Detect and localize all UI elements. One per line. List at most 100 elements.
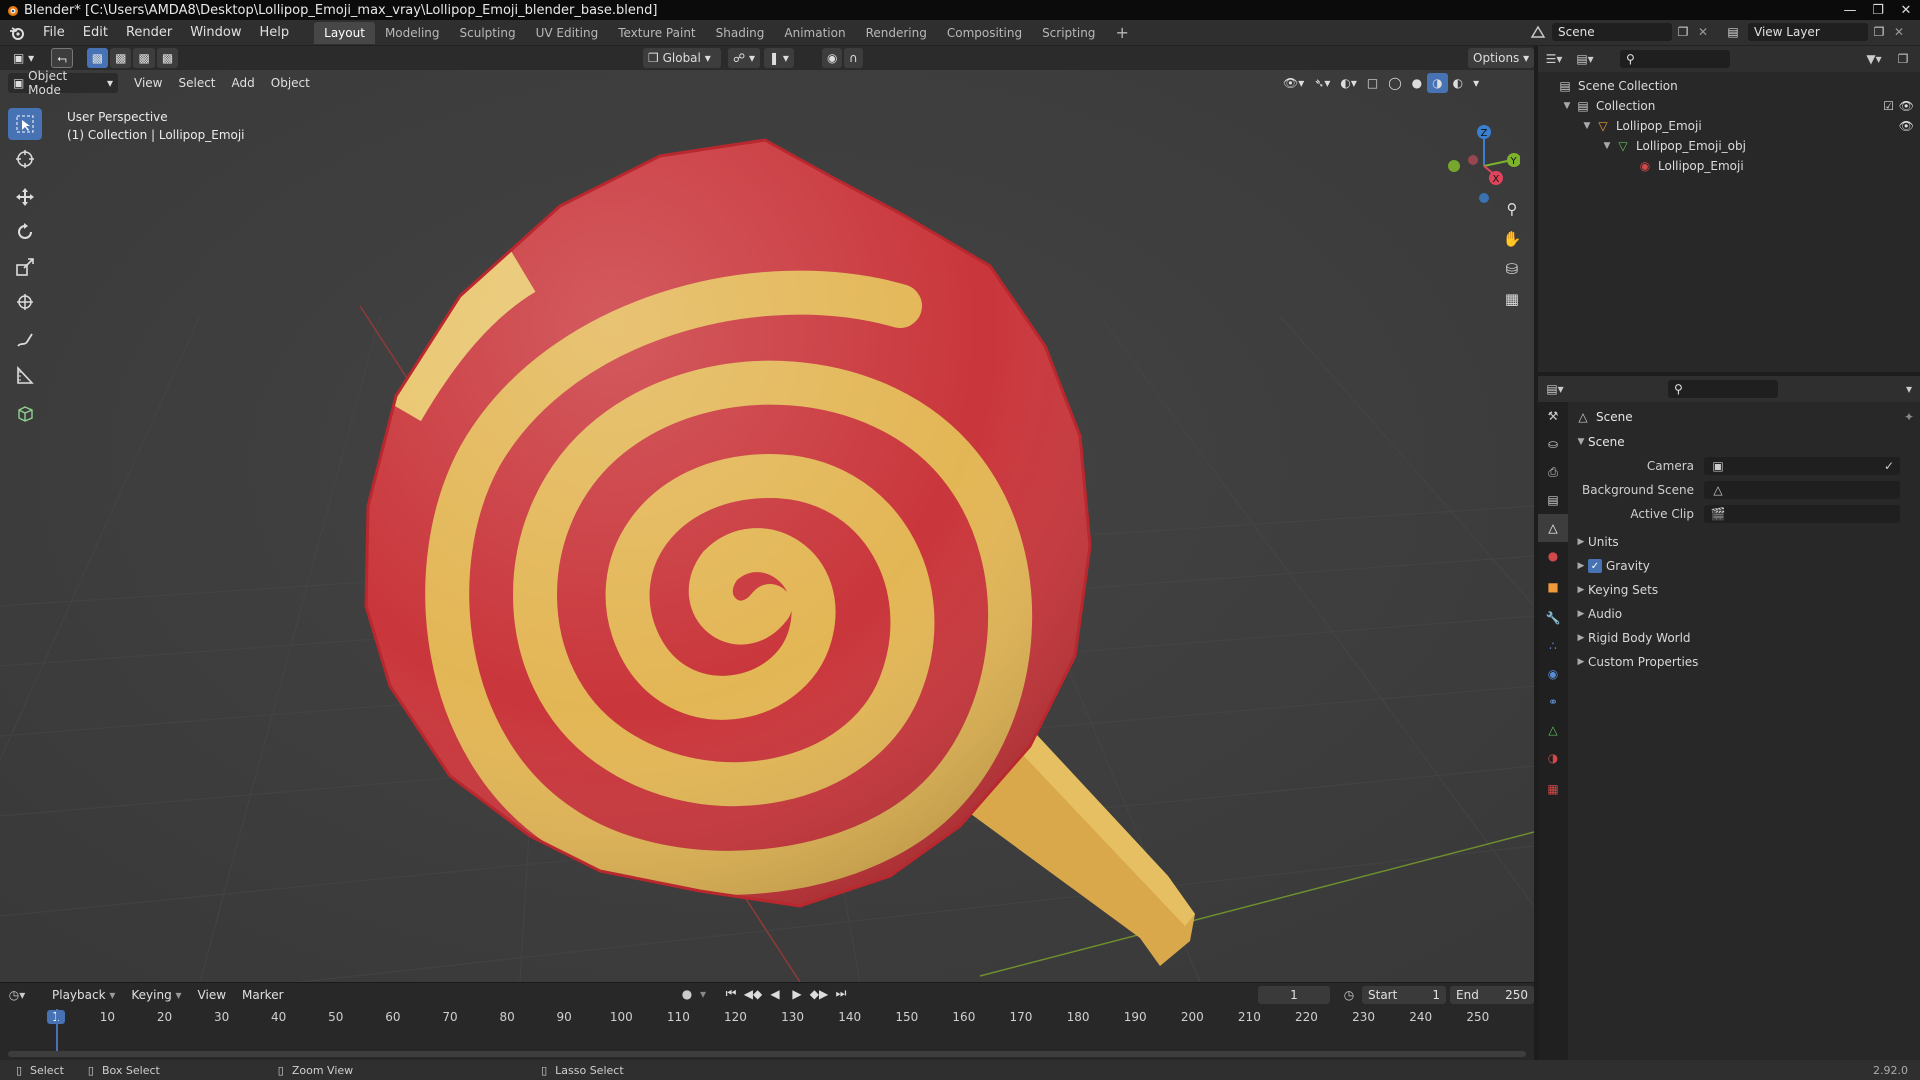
measure-tool-icon[interactable] (8, 359, 42, 391)
material-tab-icon[interactable]: ◑ (1538, 744, 1568, 772)
display-mode-icon[interactable]: ▤▾ (1570, 52, 1600, 66)
expand-chevron-icon[interactable]: ▼ (1560, 101, 1574, 111)
rotate-tool-icon[interactable] (8, 216, 42, 248)
output-tab-icon[interactable]: ⎙ (1538, 458, 1568, 486)
viewport-menu-add[interactable]: Add (224, 76, 263, 90)
add-cube-tool-icon[interactable] (8, 397, 42, 429)
modifier-tab-icon[interactable]: 🔧 (1538, 604, 1568, 632)
tab-texture-paint[interactable]: Texture Paint (608, 22, 705, 44)
start-frame-field[interactable]: Start 1 (1362, 986, 1446, 1004)
scene-selector[interactable]: Scene (1552, 23, 1672, 41)
mode-dropdown[interactable]: ▣ Object Mode ▾ (8, 69, 118, 97)
play-reverse-icon[interactable]: ◀ (764, 987, 786, 1001)
outliner-item[interactable]: ▼ ▽ Lollipop_Emoji 👁 (1538, 116, 1920, 136)
properties-editor-icon[interactable]: ▤▾ (1538, 382, 1572, 396)
filter-icon[interactable]: ▼▾ (1862, 52, 1886, 66)
pin-icon[interactable]: ✦ (1904, 410, 1914, 424)
solid-shading-icon[interactable]: ● (1407, 73, 1427, 93)
jump-start-icon[interactable]: ⏮ (720, 986, 742, 1001)
eyedropper-icon[interactable]: ✓ (1884, 459, 1894, 473)
outliner-item[interactable]: ▼ ▽ Lollipop_Emoji_obj (1538, 136, 1920, 156)
visibility-icon[interactable]: 👁▾ (1278, 73, 1309, 93)
outliner-item[interactable]: ▼ ▤ Collection ☑ 👁 (1538, 96, 1920, 116)
delete-view-layer-icon[interactable]: ✕ (1890, 25, 1908, 39)
view-layer-icon[interactable]: ▤ (1718, 25, 1748, 39)
proportional-edit-icon[interactable]: ◉ (822, 48, 843, 68)
wireframe-shading-icon[interactable]: ◯ (1383, 73, 1406, 93)
menu-window[interactable]: Window (181, 20, 250, 46)
timeline-editor-icon[interactable]: ◷▾ (0, 988, 34, 1002)
tab-uv-editing[interactable]: UV Editing (526, 22, 609, 44)
transform-tool-icon[interactable] (8, 286, 42, 318)
properties-options-icon[interactable]: ▾ (1906, 382, 1912, 396)
playhead[interactable] (56, 1009, 58, 1057)
exclude-checkbox[interactable]: ☑ (1883, 99, 1894, 113)
outliner-search-input[interactable]: ⚲ (1620, 50, 1730, 68)
new-view-layer-icon[interactable]: ❐ (1868, 25, 1890, 39)
timeline-menu-keying[interactable]: Keying ▾ (123, 988, 189, 1002)
scene-icon[interactable] (1524, 25, 1552, 39)
tab-compositing[interactable]: Compositing (937, 22, 1032, 44)
tool-tab-icon[interactable]: ⚒ (1538, 402, 1568, 430)
preview-range-icon[interactable]: ◷ (1336, 988, 1362, 1002)
particles-tab-icon[interactable]: ∴ (1538, 632, 1568, 660)
blender-menu-icon[interactable] (0, 20, 34, 46)
viewport-menu-object[interactable]: Object (263, 76, 318, 90)
viewport-menu-view[interactable]: View (126, 76, 170, 90)
cursor-tool-icon[interactable] (8, 143, 42, 175)
new-scene-icon[interactable]: ❐ (1672, 25, 1694, 39)
tab-rendering[interactable]: Rendering (856, 22, 937, 44)
zoom-icon[interactable]: ⚲ (1500, 194, 1524, 224)
move-tool-icon[interactable] (8, 181, 42, 213)
viewport-canvas[interactable] (0, 46, 1534, 982)
material-shading-icon[interactable]: ◑ (1427, 73, 1448, 93)
add-workspace-button[interactable]: + (1105, 22, 1138, 44)
subpanel-custom-properties[interactable]: ▶ Custom Properties (1574, 650, 1914, 674)
pivot-point-icon[interactable]: ☍ ▾ (728, 48, 760, 68)
next-keyframe-icon[interactable]: ◆▶ (808, 987, 830, 1001)
overlays-icon[interactable]: ◐▾ (1335, 73, 1362, 93)
physics-tab-icon[interactable]: ◉ (1538, 660, 1568, 688)
constraints-tab-icon[interactable]: ⚭ (1538, 688, 1568, 716)
timeline-menu-marker[interactable]: Marker (234, 988, 291, 1002)
snap-icon[interactable]: ❚ ▾ (764, 48, 794, 68)
menu-file[interactable]: File (34, 20, 74, 46)
timeline-menu-view[interactable]: View (190, 988, 234, 1002)
view-layer-tab-icon[interactable]: ▤ (1538, 486, 1568, 514)
timeline-menu-playback[interactable]: Playback ▾ (44, 988, 123, 1002)
orthographic-grid-icon[interactable]: ▦ (1500, 284, 1524, 314)
subpanel-units[interactable]: ▶ Units (1574, 530, 1914, 554)
options-dropdown[interactable]: Options ▾ (1468, 48, 1534, 68)
rendered-shading-icon[interactable]: ◐ (1448, 73, 1468, 93)
tab-layout[interactable]: Layout (314, 21, 375, 44)
render-tab-icon[interactable]: ⛀ (1538, 430, 1568, 458)
pan-hand-icon[interactable]: ✋ (1500, 224, 1524, 254)
minimize-button[interactable]: — (1836, 0, 1864, 20)
tab-shading[interactable]: Shading (706, 22, 775, 44)
view-layer-selector[interactable]: View Layer (1748, 23, 1868, 41)
current-frame-field[interactable]: 1 (1258, 986, 1330, 1004)
outliner-item[interactable]: ◉ Lollipop_Emoji (1538, 156, 1920, 176)
delete-scene-icon[interactable]: ✕ (1694, 25, 1712, 39)
tab-sculpting[interactable]: Sculpting (450, 22, 526, 44)
menu-help[interactable]: Help (251, 20, 299, 46)
frame-ruler[interactable]: 1102030405060708090100110120130140150160… (0, 1007, 1534, 1029)
record-icon[interactable]: ● (676, 987, 698, 1001)
scene-tab-icon[interactable]: △ (1538, 514, 1568, 542)
falloff-icon[interactable]: ∩ (844, 48, 863, 68)
tab-animation[interactable]: Animation (774, 22, 855, 44)
subpanel-keying-sets[interactable]: ▶ Keying Sets (1574, 578, 1914, 602)
tab-scripting[interactable]: Scripting (1032, 22, 1105, 44)
expand-chevron-icon[interactable]: ▼ (1600, 141, 1614, 151)
expand-chevron-icon[interactable]: ▼ (1580, 121, 1594, 131)
menu-edit[interactable]: Edit (74, 20, 117, 46)
shading-options-icon[interactable]: ▾ (1468, 73, 1484, 93)
editor-type-icon[interactable]: ▣ ▾ (8, 48, 39, 68)
object-tab-icon[interactable]: ■ (1538, 570, 1568, 604)
new-collection-icon[interactable]: ❐ (1892, 52, 1914, 66)
scene-section-header[interactable]: ▼ Scene (1574, 430, 1914, 454)
close-button[interactable]: ✕ (1892, 0, 1920, 20)
data-tab-icon[interactable]: △ (1538, 716, 1568, 744)
scale-tool-icon[interactable] (8, 251, 42, 283)
end-frame-field[interactable]: End 250 (1450, 986, 1534, 1004)
